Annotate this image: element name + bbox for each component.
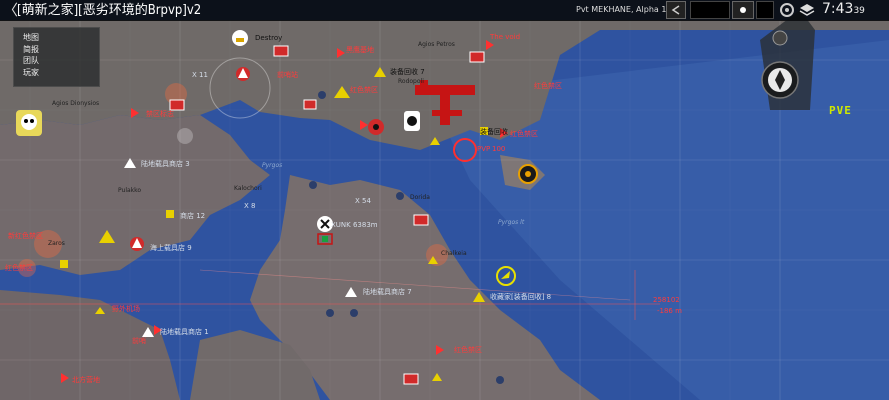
chevron-left-button[interactable] <box>666 1 686 19</box>
label-grid-x11: X 11 <box>192 71 208 79</box>
menu-item-briefing[interactable]: 简报 <box>14 44 99 56</box>
label-unit: XUNK 6383m <box>331 221 378 229</box>
gear-icon <box>780 3 794 17</box>
label-red-top2: 红色禁区 <box>534 82 562 90</box>
clock-seconds: 39 <box>853 6 865 16</box>
label-bottom2: 前哨 <box>132 337 146 345</box>
map-menu: 地图 简报 团队 玩家 <box>13 27 100 87</box>
skull-marker-icon[interactable] <box>16 110 42 136</box>
menu-item-players[interactable]: 玩家 <box>14 67 99 79</box>
trader-marker-icon[interactable] <box>232 30 248 46</box>
label-red-left1: 禁区标志 <box>146 110 174 118</box>
label-land-shop-3: 陆地载具商店 3 <box>141 160 190 168</box>
gear-button[interactable] <box>778 1 796 19</box>
clock: 7:4339 <box>822 1 865 17</box>
label-store-7: 装备回收 7 <box>390 68 425 76</box>
dot-button[interactable] <box>732 1 754 19</box>
label-measure-distance: 258102 <box>653 296 680 304</box>
label-red-mid: 红色禁区 <box>350 86 378 94</box>
label-red-bottom: 红色禁区 <box>454 346 482 354</box>
server-title: [萌新之家][恶劣环境的Brpvp]v2 <box>17 3 202 18</box>
place-pyrgos: Pyrgos <box>262 162 283 169</box>
place-destroy: Destroy <box>255 34 283 42</box>
label-gain: 装备回收 <box>480 128 508 136</box>
mode-label: PVE <box>829 104 852 117</box>
label-measure-offset: -186 m <box>657 307 682 315</box>
map-screen: Pyrgos Pyrgos lt Agios Dionysios Zaros P… <box>0 0 889 400</box>
place-dorida: Dorida <box>410 194 430 201</box>
dot-icon <box>740 7 746 13</box>
place-rodopoli: Rodopoli <box>398 78 424 85</box>
place-the-void: The void <box>490 33 521 41</box>
label-store-12: 商店 12 <box>180 212 206 220</box>
back-button[interactable]: 〈 <box>3 1 18 19</box>
label-bottom1: 野外机场 <box>112 305 140 313</box>
place-kalochori: Kalochori <box>234 185 262 192</box>
label-red-left2: 新红色禁区 <box>8 232 43 240</box>
label-red-right: 红色禁区 <box>5 264 33 272</box>
label-red-top1: 黑鹰基地 <box>346 46 374 54</box>
label-land-shop-1: 陆地载具商店 1 <box>160 328 209 336</box>
label-pvp: PVP <box>477 145 491 153</box>
top-bar: 〈 [萌新之家][恶劣环境的Brpvp]v2 Pvt MEKHANE, Alph… <box>0 0 889 21</box>
label-land-shop-7: 陆地载具商店 7 <box>363 288 412 296</box>
mine-bomb-icon[interactable] <box>368 119 384 135</box>
place-dionysios: Agios Dionysios <box>52 100 100 107</box>
label-pvp-value: 100 <box>492 145 506 153</box>
capture-point-icon[interactable] <box>518 164 538 184</box>
layers-icon <box>799 4 815 16</box>
label-sea-shop-9: 海上载具店 9 <box>150 244 192 252</box>
layers-button[interactable] <box>798 1 816 19</box>
menu-item-map[interactable]: 地图 <box>14 32 99 44</box>
label-red-cap: 前哨站 <box>277 71 298 79</box>
place-chalkeia: Chalkeia <box>441 250 467 257</box>
place-petros: Agios Petros <box>418 41 455 48</box>
red-zone-5[interactable] <box>177 128 193 144</box>
place-zaros: Zaros <box>48 240 65 247</box>
label-grid-x8: X 8 <box>244 202 256 210</box>
place-pyrgos-gulf: Pyrgos lt <box>498 219 525 226</box>
chevron-left-icon <box>671 5 680 15</box>
black-slot-1[interactable] <box>690 1 730 19</box>
label-red-right2: 红色禁区 <box>510 130 538 138</box>
label-collect-8: 收藏家[装备回收] 8 <box>490 293 552 301</box>
dog-marker-icon[interactable] <box>404 111 420 131</box>
black-slot-2[interactable] <box>756 1 774 19</box>
label-bottom3: 北方营地 <box>72 376 100 384</box>
label-grid-x54: X 54 <box>355 197 371 205</box>
clock-main: 7:43 <box>822 1 854 17</box>
place-pulakko: Pulakko <box>118 187 142 194</box>
menu-item-team[interactable]: 团队 <box>14 55 99 67</box>
